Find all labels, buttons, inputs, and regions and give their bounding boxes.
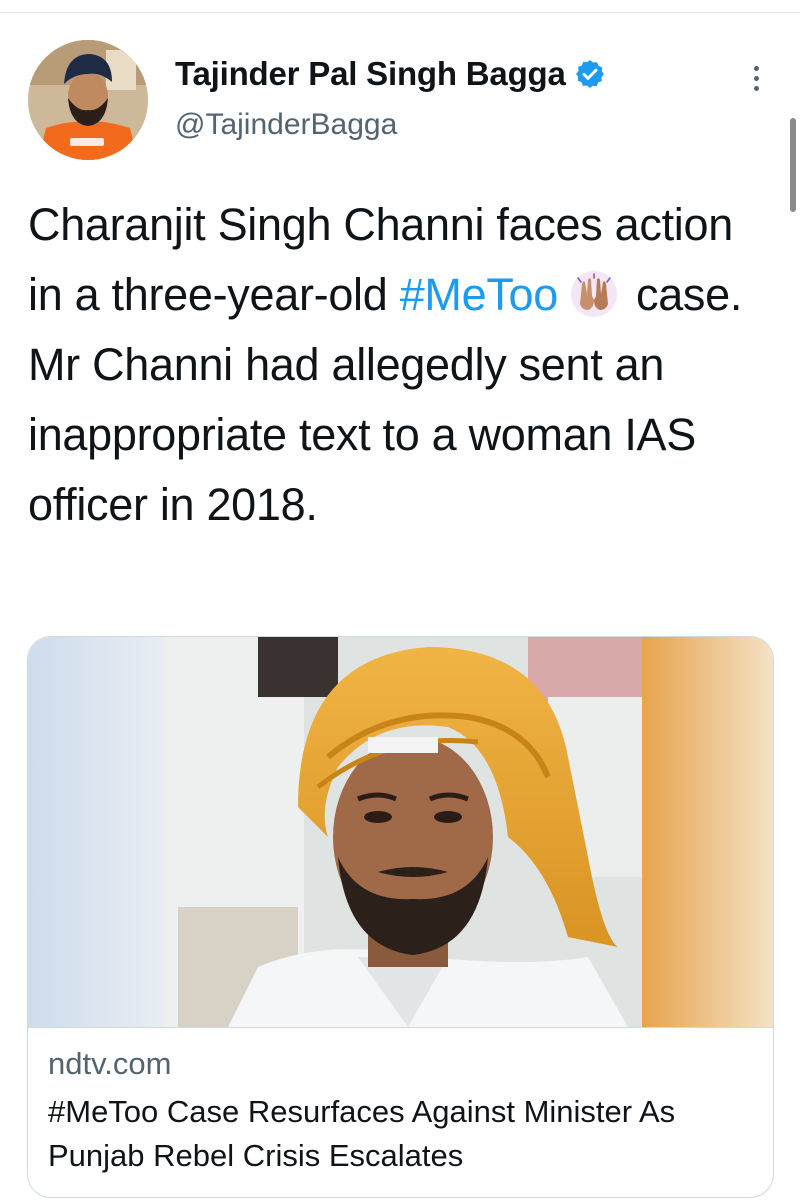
tweet-text: Charanjit Singh Channi faces action in a… [28, 190, 768, 540]
link-preview-card[interactable]: ndtv.com #MeToo Case Resurfaces Against … [27, 636, 774, 1198]
author-handle[interactable]: @TajinderBagga [175, 108, 397, 142]
more-options-icon[interactable] [738, 56, 774, 100]
scrollbar[interactable] [790, 118, 796, 212]
top-divider [0, 12, 800, 13]
raising-hands-emoji-icon [570, 268, 618, 317]
profile-photo-icon [28, 40, 148, 160]
link-card-domain: ndtv.com [48, 1046, 172, 1081]
link-card-footer[interactable]: ndtv.com #MeToo Case Resurfaces Against … [28, 1027, 773, 1173]
author-name-row[interactable]: Tajinder Pal Singh Bagga [175, 54, 606, 94]
article-photo-icon[interactable] [28, 637, 773, 1027]
verified-badge-icon [574, 58, 606, 90]
tweet-page: Tajinder Pal Singh Bagga @TajinderBagga … [0, 0, 800, 1200]
author-avatar[interactable] [28, 40, 148, 160]
tweet-text-part1: Charanjit Singh Channi faces action in a… [28, 199, 733, 320]
author-display-name[interactable]: Tajinder Pal Singh Bagga [175, 55, 566, 93]
hashtag-link[interactable]: #MeToo [400, 269, 559, 320]
link-card-title[interactable]: #MeToo Case Resurfaces Against Minister … [48, 1090, 758, 1178]
